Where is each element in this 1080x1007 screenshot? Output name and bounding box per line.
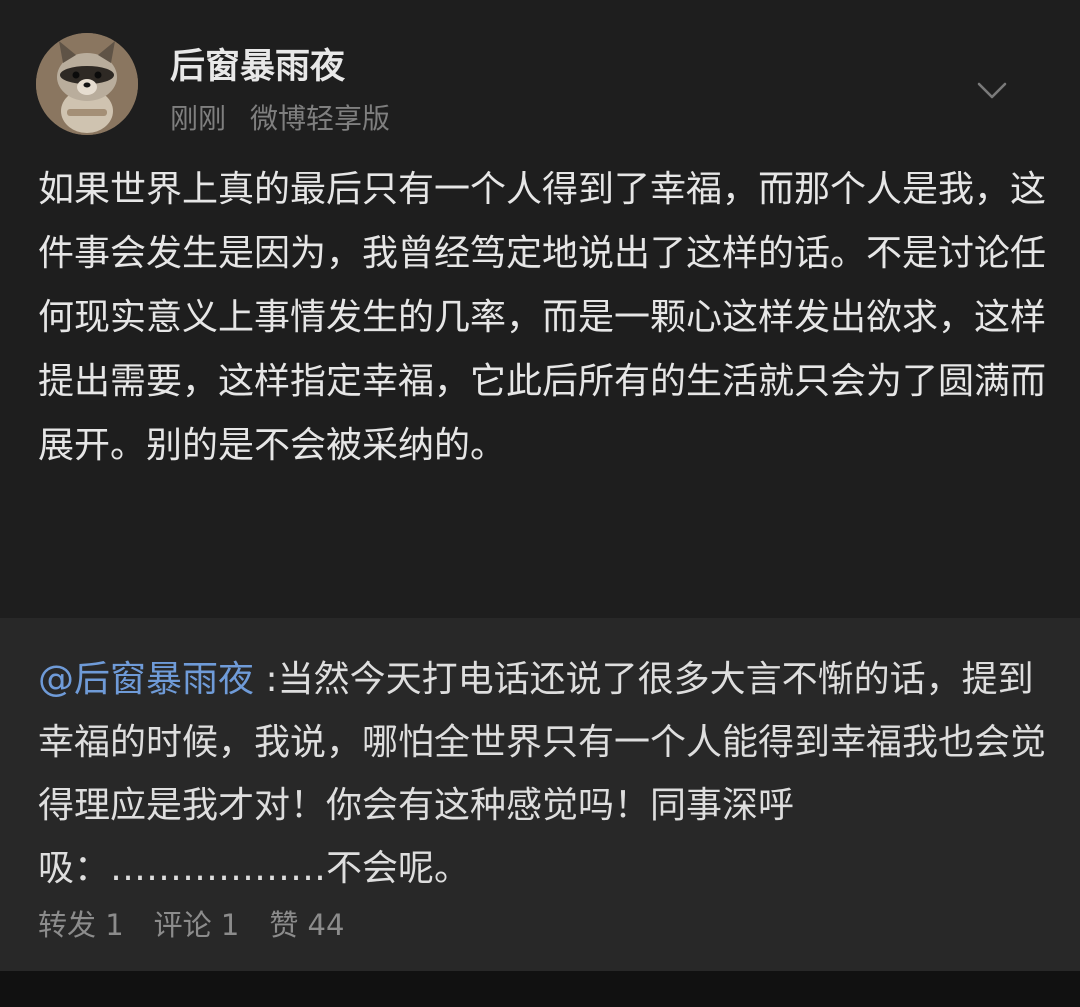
raccoon-avatar[interactable] <box>36 33 138 135</box>
mention-link[interactable]: @后窗暴雨夜 <box>38 659 254 700</box>
repost-card[interactable]: @后窗暴雨夜 :当然今天打电话还说了很多大言不惭的话，提到幸福的时候，我说，哪怕… <box>0 618 1080 971</box>
post-meta: 刚刚 微博轻享版 <box>170 97 390 137</box>
chevron-down-icon[interactable] <box>974 72 1010 108</box>
comment-count[interactable]: 评论 1 <box>154 908 240 942</box>
forward-count[interactable]: 转发 1 <box>38 908 124 942</box>
repost-text: @后窗暴雨夜 :当然今天打电话还说了很多大言不惭的话，提到幸福的时候，我说，哪怕… <box>38 648 1048 900</box>
weibo-post: 后窗暴雨夜 刚刚 微博轻享版 如果世界上真的最后只有一个人得到了幸福，而那个人是我… <box>0 0 1080 618</box>
post-text: 如果世界上真的最后只有一个人得到了幸福，而那个人是我，这件事会发生是因为，我曾经… <box>38 169 1047 466</box>
repost-stats: 转发 1 评论 1 赞 44 <box>38 902 344 944</box>
post-source[interactable]: 微博轻享版 <box>250 102 390 135</box>
like-count[interactable]: 赞 44 <box>269 908 344 942</box>
post-time: 刚刚 <box>170 102 227 135</box>
post-author[interactable]: 后窗暴雨夜 <box>170 38 345 89</box>
